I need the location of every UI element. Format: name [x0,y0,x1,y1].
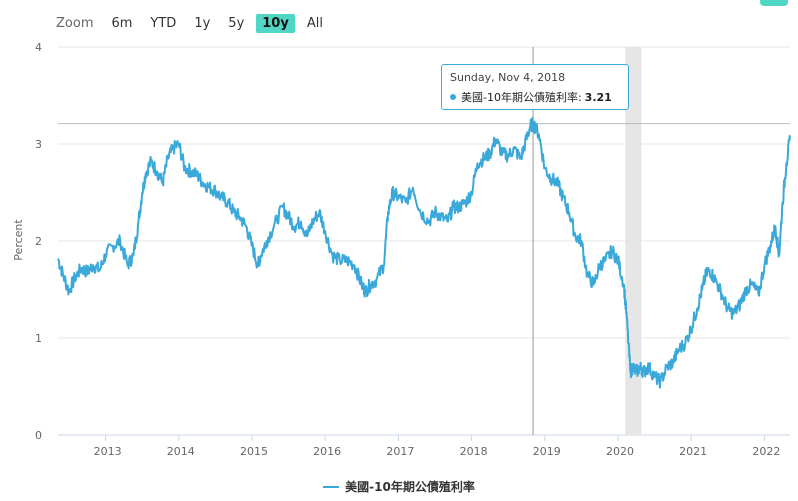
x-tick-label: 2013 [94,445,122,458]
chart-canvas: 01234 2013 2014 2015 2016 2017 2018 2019 2020 20… [12,41,791,458]
y-tick-label: 3 [35,138,42,151]
x-tick-label: 2016 [313,445,341,458]
grid-lines [58,46,790,436]
x-tick-label: 2015 [240,445,268,458]
series-line[interactable] [57,117,791,389]
tooltip-row: 美國-10年期公債殖利率: 3.21 [450,89,612,105]
tooltip-series-name: 美國-10年期公債殖利率: [461,91,582,104]
x-tick-label: 2017 [386,445,414,458]
legend[interactable]: 美國-10年期公債殖利率 [0,478,798,495]
hover-point [530,120,537,127]
tooltip: Sunday, Nov 4, 2018 美國-10年期公債殖利率: 3.21 [441,64,629,110]
tooltip-series-dot [450,94,456,100]
x-tick-label: 2018 [460,445,488,458]
x-tick-label: 2022 [752,445,780,458]
y-tick-label: 1 [35,332,42,345]
y-axis-label: Percent [12,219,25,261]
x-tick-label: 2019 [533,445,561,458]
y-tick-label: 4 [35,41,42,54]
legend-swatch [323,485,340,488]
x-tick-label: 2020 [606,445,634,458]
y-tick-label: 2 [35,235,42,248]
y-tick-label: 0 [35,429,42,442]
x-tick-label: 2014 [167,445,195,458]
x-axis-ticks: 2013 2014 2015 2016 2017 2018 2019 2020 2021 2022 [94,435,780,458]
tooltip-date: Sunday, Nov 4, 2018 [450,71,566,84]
x-tick-label: 2021 [679,445,707,458]
legend-label[interactable]: 美國-10年期公債殖利率 [345,478,475,495]
tooltip-value: 3.21 [584,90,612,104]
y-axis-ticks: 0 1 2 3 4 [35,41,42,442]
